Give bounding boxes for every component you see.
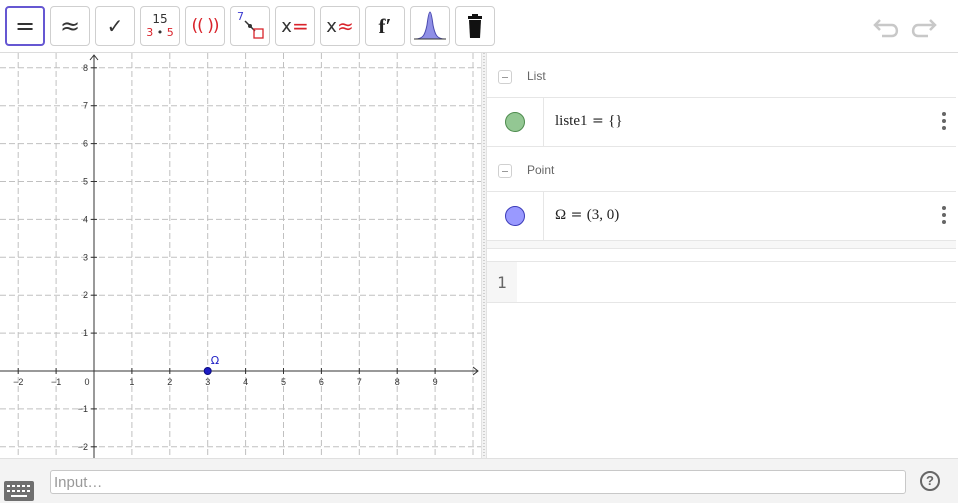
nsolve-x: x xyxy=(326,15,337,37)
input-bar: ? xyxy=(0,458,958,503)
factor-top-number: 15 xyxy=(152,11,168,26)
algebra-view: List liste1 = {} Point Ω = (3, 0) 1 xyxy=(487,53,958,458)
derivative-icon: f′ xyxy=(378,13,392,38)
collapse-point-icon[interactable] xyxy=(498,164,512,178)
keyboard-icon[interactable] xyxy=(4,481,34,501)
factor-a: 3 xyxy=(146,25,154,39)
equals-tool-button[interactable]: = xyxy=(5,6,45,46)
x-tick-label: 9 xyxy=(433,377,438,387)
object-name: liste1 xyxy=(555,113,588,129)
substitute-icon xyxy=(244,20,264,39)
x-tick-label: 2 xyxy=(167,377,172,387)
more-menu-icon[interactable] xyxy=(942,112,946,130)
factor-dot: • xyxy=(156,25,164,39)
probability-tool-button[interactable] xyxy=(410,6,450,46)
x-tick-label: −1 xyxy=(51,377,61,387)
y-tick-label: −1 xyxy=(78,404,88,414)
toolbar: = ≈ ✓ 15 3 • 5 (( )) 7 x = x ≈ f′ xyxy=(0,0,958,53)
y-tick-label: 6 xyxy=(83,139,88,149)
check-tool-button[interactable]: ✓ xyxy=(95,6,135,46)
approx-tool-button[interactable]: ≈ xyxy=(50,6,90,46)
solve-tool-button[interactable]: x = xyxy=(275,6,315,46)
object-value: {} xyxy=(608,113,623,129)
x-tick-label: 6 xyxy=(319,377,324,387)
algebra-row-liste1[interactable]: liste1 = {} xyxy=(487,98,956,147)
object-name: Ω xyxy=(555,207,567,223)
y-tick-label: 7 xyxy=(83,101,88,111)
x-tick-label: 5 xyxy=(281,377,286,387)
visibility-marble[interactable] xyxy=(505,112,525,132)
nsolve-tool-button[interactable]: x ≈ xyxy=(320,6,360,46)
x-tick-label: −2 xyxy=(13,377,23,387)
y-tick-label: 2 xyxy=(83,290,88,300)
expand-icon: (( )) xyxy=(191,15,220,36)
equals-sign: = xyxy=(566,207,587,223)
trash-icon xyxy=(468,14,482,38)
checkmark-icon: ✓ xyxy=(106,14,124,38)
x-tick-label: 4 xyxy=(243,377,248,387)
definition[interactable]: liste1 = {} xyxy=(555,113,623,130)
category-list: List xyxy=(487,53,956,98)
x-tick-label: 0 xyxy=(84,377,89,387)
equals-sign: = xyxy=(587,113,609,129)
y-tick-label: 3 xyxy=(83,252,88,262)
category-label: List xyxy=(527,69,546,83)
graphics-view[interactable]: −2 −1 0 1 2 3 4 5 6 7 8 9 8 7 6 5 4 3 2 1 −1 −2 Ω xyxy=(0,53,481,458)
nsolve-op: ≈ xyxy=(336,14,354,38)
solve-op: = xyxy=(291,14,309,38)
y-tick-label: 5 xyxy=(83,177,88,187)
algebra-row-omega[interactable]: Ω = (3, 0) xyxy=(487,192,956,241)
more-menu-icon[interactable] xyxy=(942,206,946,224)
algebra-input-row[interactable]: 1 xyxy=(487,261,956,303)
factor-b: 5 xyxy=(166,25,174,39)
category-point: Point xyxy=(487,147,956,192)
collapse-list-icon[interactable] xyxy=(498,70,512,84)
redo-icon[interactable] xyxy=(908,12,938,42)
object-value: (3, 0) xyxy=(586,207,620,223)
category-label: Point xyxy=(527,163,555,177)
section-gap xyxy=(487,241,956,249)
marble-cell xyxy=(487,192,544,240)
visibility-marble[interactable] xyxy=(505,206,525,226)
substitute-tool-button[interactable]: 7 xyxy=(230,6,270,46)
expand-tool-button[interactable]: (( )) xyxy=(185,6,225,46)
solve-x: x xyxy=(281,15,292,37)
delete-tool-button[interactable] xyxy=(455,6,495,46)
y-tick-label: 4 xyxy=(83,214,88,224)
normal-distribution-icon xyxy=(414,11,446,40)
row-number: 1 xyxy=(497,273,507,292)
factor-tool-button[interactable]: 15 3 • 5 xyxy=(140,6,180,46)
graph-canvas[interactable]: −2 −1 0 1 2 3 4 5 6 7 8 9 8 7 6 5 4 3 2 1 −1 −2 Ω xyxy=(0,53,481,458)
point-omega xyxy=(203,367,212,375)
point-omega-label: Ω xyxy=(211,354,219,367)
y-tick-label: −2 xyxy=(78,442,88,452)
undo-icon[interactable] xyxy=(872,12,902,42)
help-icon[interactable]: ? xyxy=(920,471,940,491)
x-tick-label: 7 xyxy=(357,377,362,387)
definition[interactable]: Ω = (3, 0) xyxy=(555,207,619,224)
factor-bottom: 3 • 5 xyxy=(146,26,174,40)
equals-icon: = xyxy=(14,12,36,40)
x-tick-label: 1 xyxy=(129,377,134,387)
y-tick-label: 1 xyxy=(83,328,88,338)
x-tick-label: 8 xyxy=(395,377,400,387)
input-field[interactable] xyxy=(50,470,906,494)
y-tick-label: 8 xyxy=(83,63,88,73)
derivative-tool-button[interactable]: f′ xyxy=(365,6,405,46)
row-number-cell: 1 xyxy=(487,262,517,302)
approx-icon: ≈ xyxy=(59,12,81,40)
x-tick-label: 3 xyxy=(205,377,210,387)
marble-cell xyxy=(487,98,544,146)
